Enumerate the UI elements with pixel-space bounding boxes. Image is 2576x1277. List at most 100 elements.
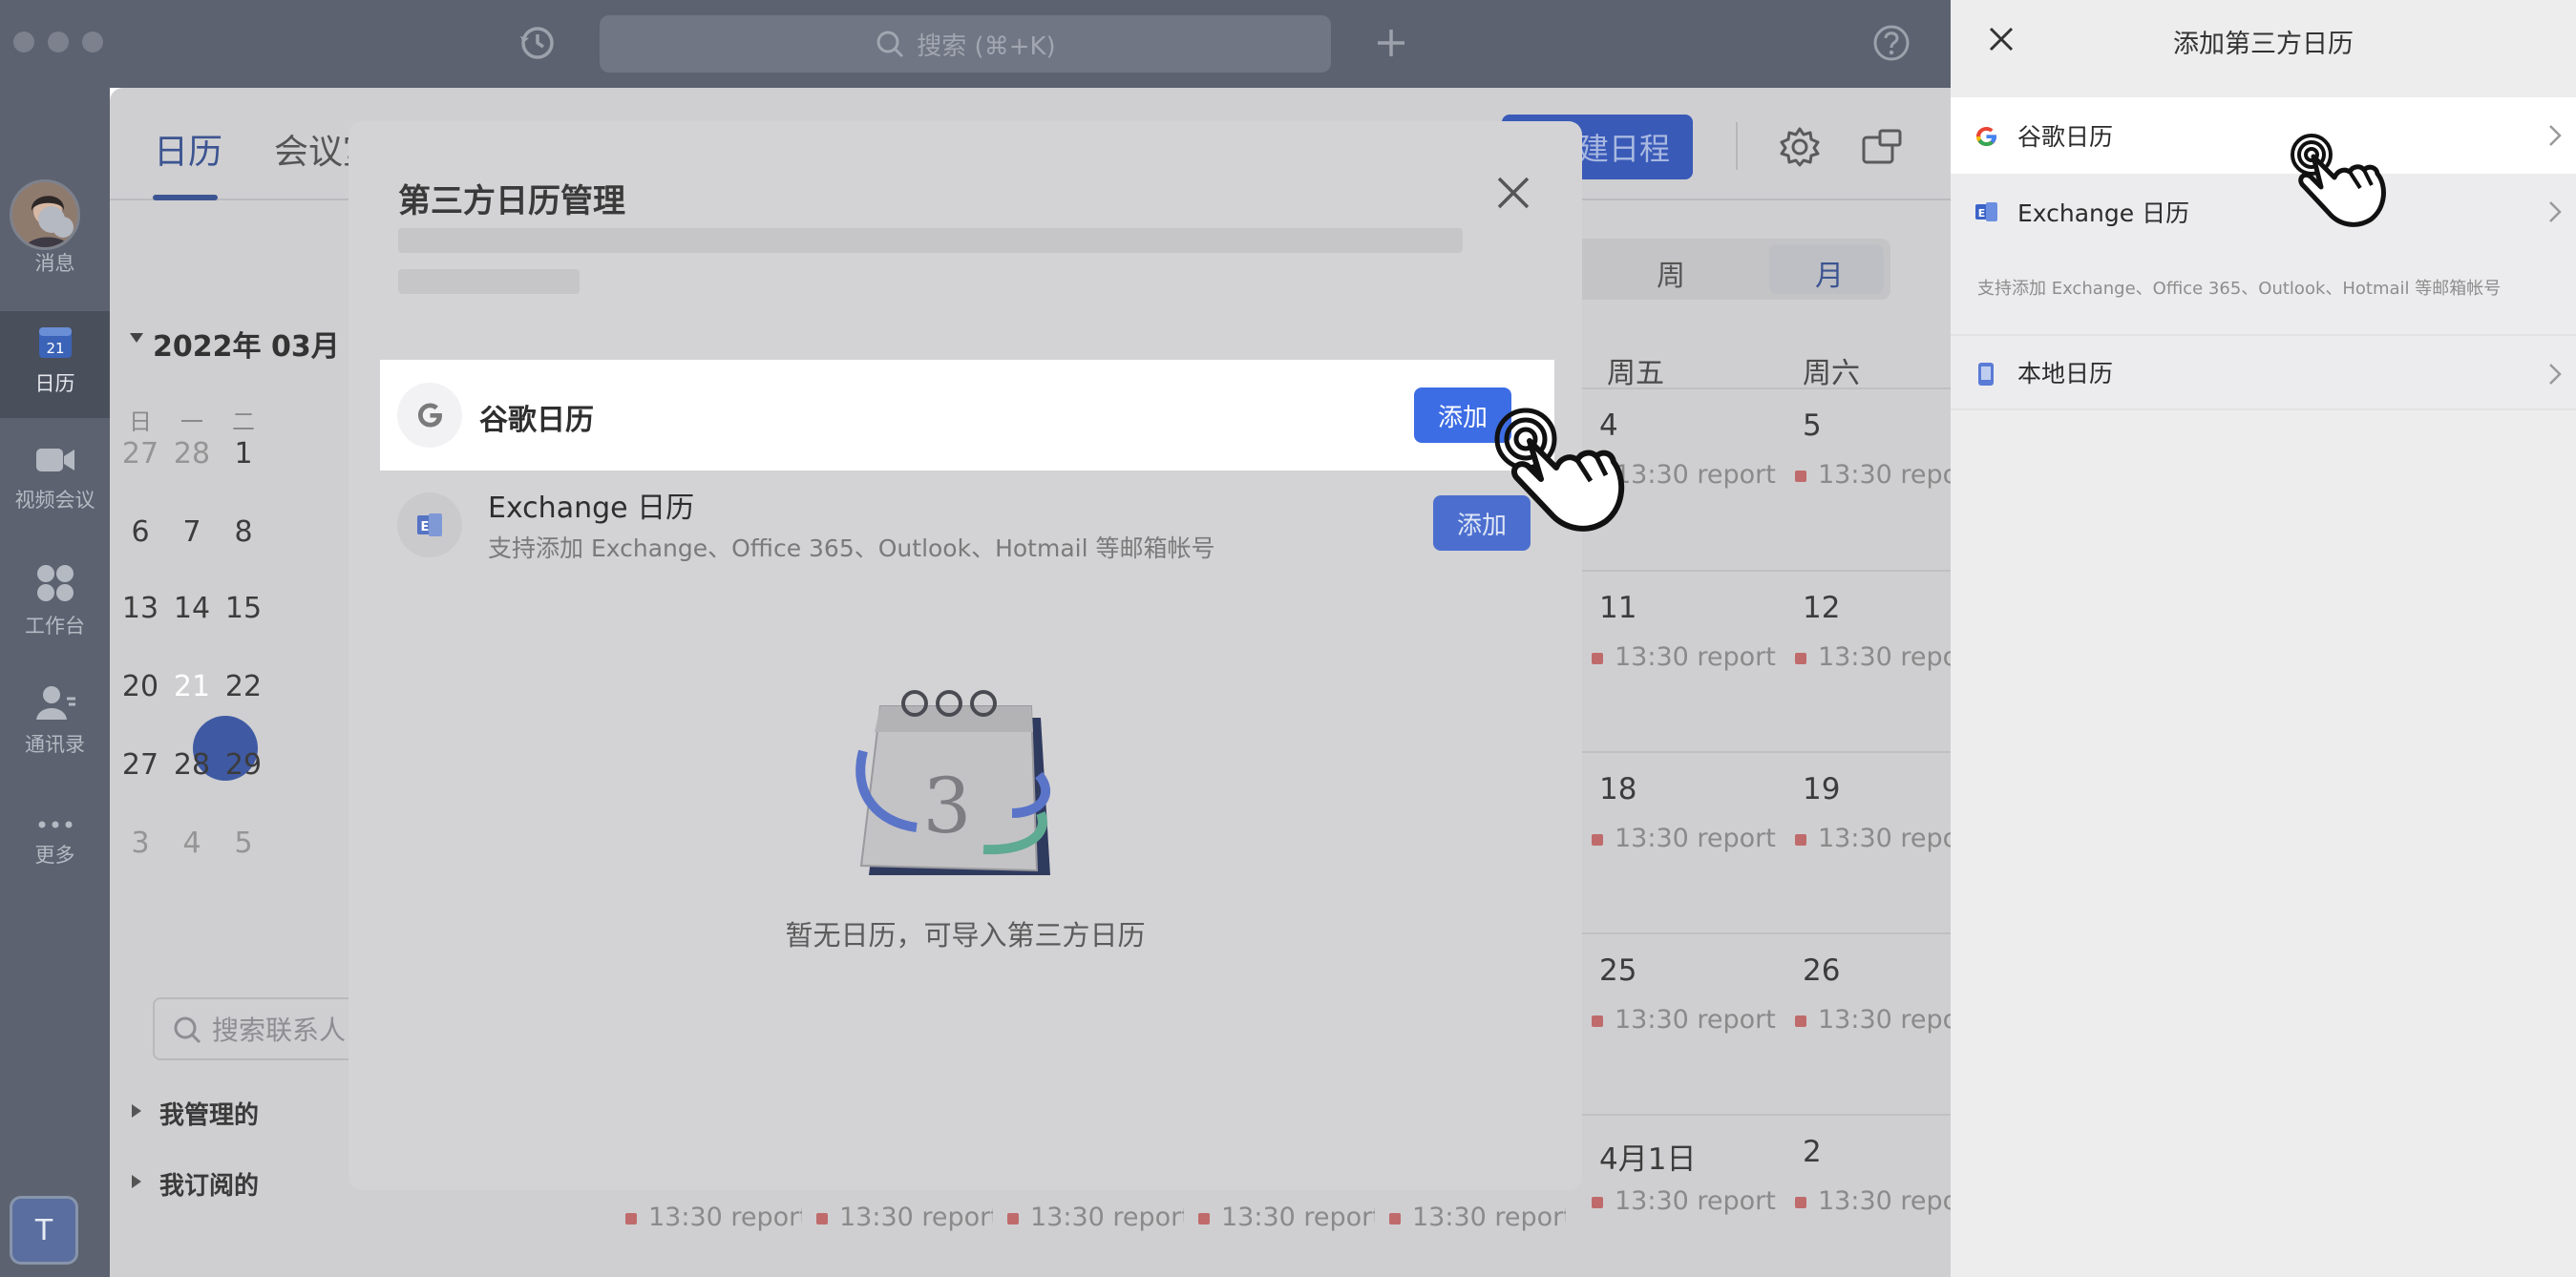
calendar-app-window: 搜索 (⌘+K) 消息 21 日历 视频会议 工作台 通讯录 更多 T 日历 会… xyxy=(0,0,1951,1277)
event-label: 13:30 report xyxy=(1818,1186,1951,1216)
day-number[interactable]: 25 xyxy=(1599,953,1636,988)
chevron-right-icon xyxy=(2549,125,2562,146)
event-chip[interactable]: 13:30 report xyxy=(1592,642,1783,672)
group-subscribed[interactable]: 我订阅的 xyxy=(159,1166,259,1202)
event-chip[interactable]: 13:30 report xyxy=(1389,1203,1566,1232)
day-number[interactable]: 11 xyxy=(1599,591,1636,625)
event-chip[interactable]: 13:30 report xyxy=(1795,824,1951,853)
google-calendar-row: 谷歌日历 添加 xyxy=(380,360,1554,471)
help-icon[interactable] xyxy=(1871,23,1911,63)
panel-exchange-label: Exchange 日历 xyxy=(2017,199,2190,227)
expand-triangle-icon[interactable] xyxy=(131,1103,142,1119)
calendar-icon: 21 xyxy=(38,327,72,358)
event-chip[interactable]: 13:30 report xyxy=(1592,824,1783,853)
panel-header: 添加第三方日历 xyxy=(1951,0,2576,76)
panel-row-local[interactable]: 本地日历 xyxy=(1951,334,2576,410)
mini-day[interactable]: 29 xyxy=(211,748,276,782)
collapse-triangle-icon[interactable] xyxy=(129,332,144,344)
chevron-right-icon xyxy=(2549,364,2562,385)
event-dot xyxy=(1592,1015,1603,1027)
user-badge[interactable]: T xyxy=(10,1196,78,1265)
mini-day[interactable]: 15 xyxy=(211,592,276,625)
mini-day[interactable]: 5 xyxy=(211,827,276,860)
view-month[interactable]: 月 xyxy=(1815,252,1844,294)
window-close-dot[interactable] xyxy=(13,31,34,52)
event-label: 13:30 report xyxy=(1818,642,1951,672)
event-chip[interactable]: 13:30 report xyxy=(1007,1203,1184,1232)
search-icon xyxy=(876,31,904,58)
group-managed[interactable]: 我管理的 xyxy=(159,1096,259,1131)
day-number[interactable]: 19 xyxy=(1803,772,1840,806)
sidebar-item-label: 日历 xyxy=(34,372,75,395)
day-number[interactable]: 18 xyxy=(1599,772,1636,806)
event-dot xyxy=(1592,1196,1603,1208)
event-chip[interactable]: 13:30 report xyxy=(1795,1005,1951,1035)
event-label: 13:30 report xyxy=(1412,1203,1566,1232)
add-icon[interactable] xyxy=(1375,27,1407,59)
view-week[interactable]: 周 xyxy=(1657,252,1685,294)
event-chip[interactable]: 13:30 report xyxy=(1795,642,1951,672)
event-chip[interactable]: 13:30 report xyxy=(1198,1203,1375,1232)
panel-note: 支持添加 Exchange、Office 365、Outlook、Hotmail… xyxy=(1977,279,2502,299)
event-label: 13:30 report xyxy=(1221,1203,1375,1232)
contact-search-input[interactable]: 搜索联系人 xyxy=(153,997,382,1060)
exchange-calendar-title: Exchange 日历 xyxy=(488,492,695,525)
event-chip[interactable]: 13:30 report xyxy=(1592,1005,1783,1035)
redacted-description xyxy=(398,228,1463,253)
sidebar-item-workspace[interactable]: 工作台 xyxy=(0,552,110,659)
month-title: 2022年 03月 xyxy=(153,330,340,364)
event-chip[interactable]: 13:30 report xyxy=(1592,1186,1783,1216)
day-number[interactable]: 4月1日 xyxy=(1599,1135,1696,1178)
event-label: 13:30 report xyxy=(1030,1203,1184,1232)
event-chip[interactable]: 13:30 report xyxy=(625,1203,802,1232)
video-icon xyxy=(35,449,74,471)
history-icon[interactable] xyxy=(517,23,558,63)
sidebar-item-messages[interactable]: 消息 xyxy=(0,191,110,298)
expand-triangle-icon[interactable] xyxy=(131,1174,142,1189)
sidebar-item-video-meeting[interactable]: 视频会议 xyxy=(0,431,110,538)
apps-icon xyxy=(36,565,74,601)
gear-icon[interactable] xyxy=(1779,126,1821,168)
more-icon xyxy=(38,821,72,828)
panel-row-google[interactable]: 谷歌日历 xyxy=(1951,97,2576,174)
panel-row-exchange[interactable]: E Exchange 日历 xyxy=(1951,174,2576,250)
sidebar-item-calendar[interactable]: 21 日历 xyxy=(0,311,110,418)
event-dot xyxy=(1795,652,1806,664)
panel-title: 添加第三方日历 xyxy=(2173,30,2354,59)
event-label: 13:30 report xyxy=(1818,460,1951,490)
day-number[interactable]: 5 xyxy=(1803,408,1822,443)
sidebar-item-label: 消息 xyxy=(34,252,75,275)
day-number[interactable]: 2 xyxy=(1803,1135,1822,1169)
phone-icon xyxy=(1978,363,1994,386)
day-number[interactable]: 26 xyxy=(1803,953,1840,988)
day-number[interactable]: 12 xyxy=(1803,591,1840,625)
sidebar-item-contacts[interactable]: 通讯录 xyxy=(0,672,110,779)
event-chip[interactable]: 13:30 report xyxy=(1795,460,1951,490)
sidebar-item-more[interactable]: 更多 xyxy=(0,806,110,912)
calendar-illustration: 3 xyxy=(855,690,1051,875)
weekday-head: 二 xyxy=(232,408,255,435)
title-bar: 搜索 (⌘+K) xyxy=(0,0,1951,88)
exchange-calendar-subtitle: 支持添加 Exchange、Office 365、Outlook、Hotmail… xyxy=(488,534,1215,562)
window-minimize-dot[interactable] xyxy=(48,31,69,52)
empty-state-text: 暂无日历，可导入第三方日历 xyxy=(785,919,1146,952)
event-chip[interactable]: 13:30 report xyxy=(816,1203,993,1232)
search-placeholder: 搜索 (⌘+K) xyxy=(917,31,1056,61)
event-label: 13:30 report xyxy=(1615,1186,1776,1216)
window-split-icon[interactable] xyxy=(1861,128,1903,166)
toolbar-divider xyxy=(1736,122,1738,170)
mini-day[interactable]: 22 xyxy=(211,670,276,703)
mini-day[interactable]: 1 xyxy=(211,437,276,471)
tab-calendar[interactable]: 日历 xyxy=(154,124,222,174)
left-sidebar: 消息 21 日历 视频会议 工作台 通讯录 更多 xyxy=(0,88,110,1277)
google-logo-icon xyxy=(397,383,462,448)
window-zoom-dot[interactable] xyxy=(82,31,103,52)
google-calendar-title: 谷歌日历 xyxy=(479,404,594,437)
svg-text:E: E xyxy=(421,520,430,534)
exchange-logo-icon: E xyxy=(1975,202,1997,221)
mini-day[interactable]: 8 xyxy=(211,515,276,549)
close-icon[interactable] xyxy=(1489,169,1537,217)
global-search-input[interactable]: 搜索 (⌘+K) xyxy=(600,15,1331,73)
event-dot xyxy=(625,1212,637,1225)
event-chip[interactable]: 13:30 report xyxy=(1795,1186,1951,1216)
